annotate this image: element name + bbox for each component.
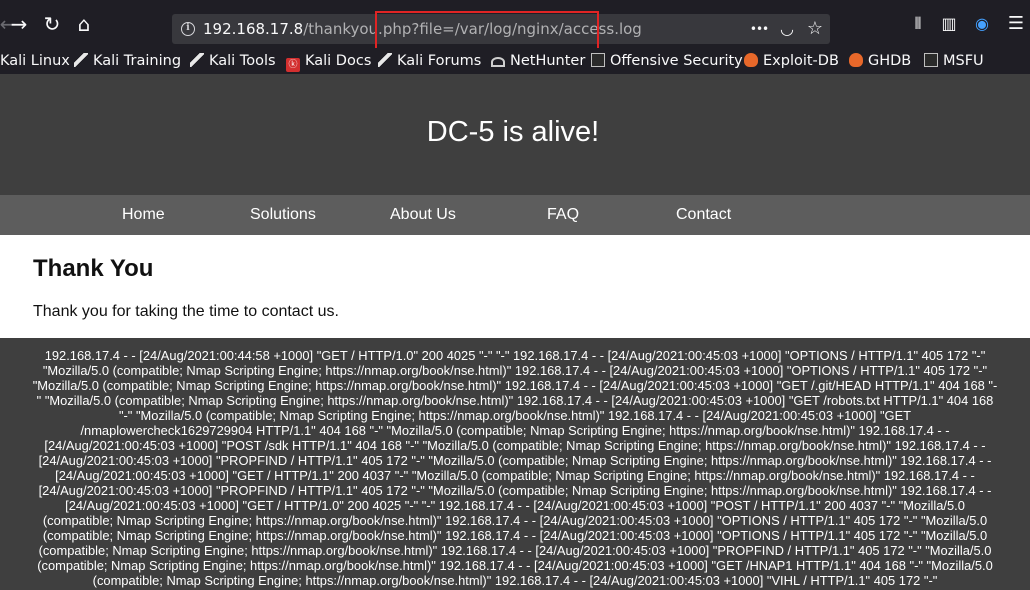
nav-faq[interactable]: FAQ — [547, 195, 579, 235]
bookmark-kali-linux[interactable]: Kali Linux — [0, 48, 70, 74]
kali-dragon-icon — [378, 53, 392, 67]
access-log-output: 192.168.17.4 - - [24/Aug/2021:00:44:58 +… — [32, 348, 998, 588]
bookmark-kali-tools[interactable]: Kali Tools — [190, 48, 276, 74]
offsec-icon — [591, 53, 605, 67]
bookmark-exploit-db[interactable]: Exploit-DB — [744, 48, 839, 74]
bookmark-ghdb[interactable]: GHDB — [849, 48, 911, 74]
kali-docs-icon: ⓚ — [286, 58, 300, 72]
bookmark-nethunter[interactable]: NetHunter — [491, 48, 585, 74]
reload-icon[interactable]: ↻ — [40, 12, 64, 36]
forward-arrow-icon[interactable]: → — [7, 12, 31, 36]
content-panel: Thank You Thank you for taking the time … — [0, 235, 1030, 338]
nav-contact[interactable]: Contact — [676, 195, 731, 235]
url-host: 192.168.17.8 — [203, 20, 304, 38]
kali-dragon-icon — [74, 53, 88, 67]
menu-icon[interactable]: ☰ — [1004, 12, 1028, 36]
bookmarks-toolbar: Kali Linux Kali Training Kali Tools ⓚ Kal… — [0, 48, 1030, 74]
account-icon[interactable]: ◉ — [970, 12, 994, 36]
nav-about-us[interactable]: About Us — [390, 195, 456, 235]
url-highlight-box — [375, 11, 599, 53]
thank-you-text: Thank you for taking the time to contact… — [33, 303, 339, 320]
sidebar-icon[interactable]: ▥ — [937, 12, 961, 36]
nav-solutions[interactable]: Solutions — [250, 195, 316, 235]
home-icon[interactable]: ⌂ — [72, 12, 96, 36]
bookmark-offensive-security[interactable]: Offensive Security — [591, 48, 743, 74]
pocket-icon[interactable]: ◡ — [776, 14, 798, 44]
kali-dragon-icon — [190, 53, 204, 67]
site-title: DC-5 is alive! — [426, 116, 600, 148]
site-nav: Home Solutions About Us FAQ Contact — [0, 195, 1030, 235]
bookmark-star-icon[interactable]: ☆ — [804, 14, 826, 44]
nav-home[interactable]: Home — [122, 195, 165, 235]
site-header: DC-5 is alive! — [0, 74, 1030, 195]
exploitdb-icon — [744, 53, 758, 67]
bookmark-kali-docs[interactable]: ⓚ Kali Docs — [286, 48, 371, 74]
site-info-icon[interactable]: i — [181, 22, 195, 36]
offsec-icon — [924, 53, 938, 67]
nethunter-icon — [491, 57, 505, 67]
exploitdb-icon — [849, 53, 863, 67]
page-heading: Thank You — [33, 255, 154, 282]
page-actions-icon[interactable]: ••• — [748, 14, 770, 44]
bookmark-kali-training[interactable]: Kali Training — [74, 48, 181, 74]
bookmark-kali-forums[interactable]: Kali Forums — [378, 48, 481, 74]
bookmark-msfu[interactable]: MSFU — [924, 48, 984, 74]
library-icon[interactable]: ⫴ — [906, 12, 930, 36]
